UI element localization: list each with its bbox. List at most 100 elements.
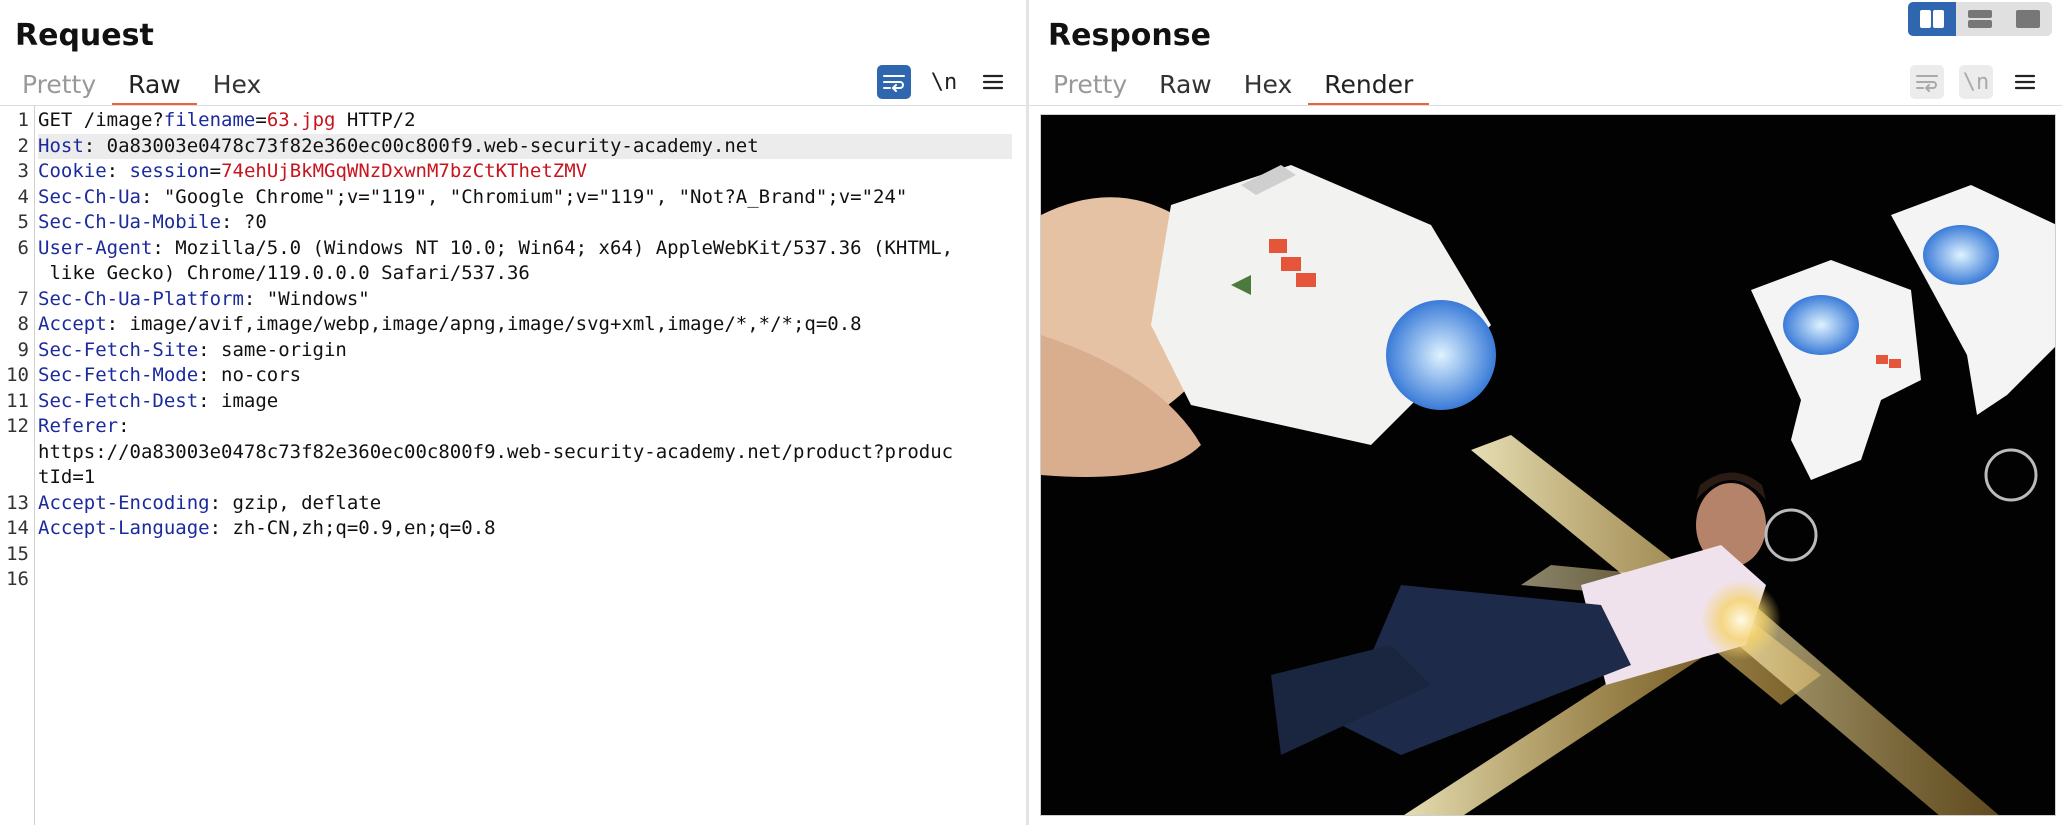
layout-split-vertical-button[interactable]: [1908, 2, 1956, 36]
header-value: : gzip, deflate: [209, 491, 382, 514]
header-value: https://0a83003e0478c73f82e360ec00c800f9…: [38, 440, 954, 463]
tab-raw[interactable]: Raw: [1143, 62, 1228, 106]
code-line[interactable]: 12 Referer:: [0, 414, 1012, 440]
tab-hex[interactable]: Hex: [1228, 62, 1309, 106]
tab-pretty[interactable]: Pretty: [1037, 62, 1143, 106]
param-value: 74ehUjBkMGqWNzDxwnM7bzCtKThetZMV: [221, 160, 588, 182]
param-value: 63.jpg: [266, 109, 336, 131]
header-name: Sec-Ch-Ua-Mobile: [38, 211, 222, 233]
request-title: Request: [15, 18, 154, 53]
request-pane: Request Pretty Raw Hex \n 1 GET /image?fi…: [0, 0, 1026, 825]
line-text: Cookie: session=74ehUjBkMGqWNzDxwnM7bzCt…: [38, 159, 587, 185]
header-value: : no-cors: [198, 364, 302, 386]
layout-single-pane-button[interactable]: [2004, 2, 2052, 36]
single-pane-icon: [2016, 10, 2040, 28]
split-horizontal-icon: [1968, 10, 1992, 28]
tab-render[interactable]: Render: [1308, 62, 1430, 106]
line-text: User-Agent: Mozilla/5.0 (Windows NT 10.0…: [38, 236, 953, 262]
line-number: 8: [17, 313, 29, 335]
header-value: : "Windows": [243, 287, 370, 310]
header-value: =: [255, 109, 267, 131]
line-text: Referer:: [38, 414, 130, 440]
header-name: filename: [163, 109, 256, 131]
line-number: 5: [17, 211, 29, 233]
header-name: session: [129, 160, 210, 182]
line-number: 2: [17, 134, 29, 157]
code-line[interactable]: 15: [0, 542, 1012, 568]
header-value: like Gecko) Chrome/119.0.0.0 Safari/537.…: [38, 262, 530, 284]
code-line[interactable]: 1 GET /image?filename=63.jpg HTTP/2: [0, 108, 1012, 134]
code-line[interactable]: 16: [0, 567, 1012, 593]
line-number: 6: [17, 236, 29, 259]
header-name: Accept-Encoding: [38, 491, 210, 514]
header-name: Accept: [38, 313, 107, 335]
laser-tag-guns-product-image: [1041, 115, 2055, 815]
header-value: tId=1: [38, 466, 96, 488]
code-line[interactable]: 3 Cookie: session=74ehUjBkMGqWNzDxwnM7bzC…: [0, 159, 1012, 185]
line-number: 7: [17, 287, 29, 310]
line-number: 4: [17, 185, 29, 208]
code-line[interactable]: like Gecko) Chrome/119.0.0.0 Safari/537.…: [0, 261, 1012, 287]
code-line[interactable]: 6 User-Agent: Mozilla/5.0 (Windows NT 10.…: [0, 236, 1012, 262]
line-text: Accept-Encoding: gzip, deflate: [38, 491, 381, 517]
menu-button[interactable]: [2008, 65, 2042, 99]
response-tab-divider: [1029, 105, 2062, 106]
header-name: Cookie: [38, 160, 107, 182]
code-line[interactable]: https://0a83003e0478c73f82e360ec00c800f9…: [0, 440, 1012, 466]
code-line[interactable]: 9 Sec-Fetch-Site: same-origin: [0, 338, 1012, 364]
menu-button[interactable]: [976, 65, 1010, 99]
code-line[interactable]: 13 Accept-Encoding: gzip, deflate: [0, 491, 1012, 517]
header-name: Sec-Fetch-Site: [38, 338, 199, 361]
line-text: like Gecko) Chrome/119.0.0.0 Safari/537.…: [38, 261, 530, 287]
line-number: 10: [6, 364, 29, 386]
code-line[interactable]: 10 Sec-Fetch-Mode: no-cors: [0, 363, 1012, 389]
line-number: 16: [6, 568, 29, 590]
newline-toggle-button[interactable]: \n: [1959, 65, 1993, 99]
header-name: Sec-Fetch-Mode: [38, 364, 199, 386]
header-value: =: [209, 160, 222, 182]
code-line[interactable]: 11 Sec-Fetch-Dest: image: [0, 389, 1012, 415]
request-tabs: Pretty Raw Hex: [6, 62, 277, 106]
header-value: :: [106, 160, 130, 182]
code-line[interactable]: 7 Sec-Ch-Ua-Platform: "Windows": [0, 287, 1012, 313]
line-text: Accept: image/avif,image/webp,image/apng…: [38, 312, 862, 338]
layout-toggle-group: [1908, 2, 2052, 36]
line-text: GET /image?filename=63.jpg HTTP/2: [38, 108, 416, 134]
line-text: Sec-Fetch-Site: same-origin: [38, 338, 347, 364]
code-line[interactable]: tId=1: [0, 465, 1012, 491]
header-value: : image/avif,image/webp,image/apng,image…: [106, 313, 862, 335]
line-text: tId=1: [38, 465, 95, 491]
header-value: : same-origin: [198, 338, 347, 361]
code-line[interactable]: 2 Host: 0a83003e0478c73f82e360ec00c800f9.…: [0, 133, 1012, 159]
response-tabs: Pretty Raw Hex Render: [1037, 62, 1430, 106]
line-number: 11: [6, 389, 29, 412]
hamburger-menu-icon: [982, 74, 1004, 90]
code-line[interactable]: 8 Accept: image/avif,image/webp,image/apn…: [0, 312, 1012, 338]
line-number: 1: [17, 109, 29, 131]
tab-raw[interactable]: Raw: [112, 62, 197, 106]
line-number: 3: [17, 160, 29, 182]
code-line[interactable]: 4 Sec-Ch-Ua: "Google Chrome";v="119", "Ch…: [0, 185, 1012, 211]
line-text: Sec-Ch-Ua-Mobile: ?0: [38, 210, 267, 236]
header-value: : "Google Chrome";v="119", "Chromium";v=…: [140, 185, 908, 208]
code-line[interactable]: 14 Accept-Language: zh-CN,zh;q=0.9,en;q=0…: [0, 516, 1012, 542]
header-value: : image: [198, 389, 279, 412]
word-wrap-button[interactable]: [877, 65, 911, 99]
line-text: Sec-Fetch-Dest: image: [38, 389, 278, 415]
word-wrap-icon: [883, 75, 905, 92]
tab-pretty[interactable]: Pretty: [6, 62, 112, 106]
header-value: : 0a83003e0478c73f82e360ec00c800f9.web-s…: [83, 134, 759, 157]
newline-toggle-button[interactable]: \n: [927, 65, 961, 99]
raw-request-editor[interactable]: 1 GET /image?filename=63.jpg HTTP/2 2 Host:…: [0, 106, 1026, 825]
header-value: : Mozilla/5.0 (Windows NT 10.0; Win64; x…: [152, 236, 954, 259]
tab-hex[interactable]: Hex: [197, 62, 278, 106]
layout-split-horizontal-button[interactable]: [1956, 2, 2004, 36]
response-title: Response: [1048, 18, 1211, 53]
line-number: 12: [6, 415, 29, 437]
line-text: Sec-Ch-Ua-Platform: "Windows": [38, 287, 370, 313]
word-wrap-button[interactable]: [1910, 65, 1944, 99]
header-name: User-Agent: [38, 236, 153, 259]
code-line[interactable]: 5 Sec-Ch-Ua-Mobile: ?0: [0, 210, 1012, 236]
word-wrap-icon: [1916, 75, 1938, 92]
line-number: 14: [6, 517, 29, 539]
